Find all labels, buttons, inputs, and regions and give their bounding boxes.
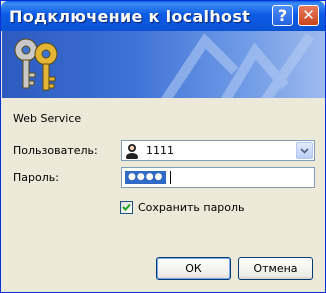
save-password-checkbox[interactable] — [120, 201, 133, 214]
login-dialog: Подключение к localhost ? ✕ Web Service … — [0, 0, 326, 293]
window-title: Подключение к localhost — [9, 7, 251, 26]
save-password-label[interactable]: Сохранить пароль — [138, 201, 245, 214]
title-bar[interactable]: Подключение к localhost ? ✕ — [1, 1, 325, 31]
service-label: Web Service — [13, 112, 82, 125]
user-icon — [126, 144, 138, 159]
close-button[interactable]: ✕ — [298, 5, 319, 26]
password-field[interactable]: ●●●● — [121, 167, 315, 188]
banner-decoration — [160, 33, 315, 98]
username-value: 1111 — [146, 144, 174, 157]
help-button[interactable]: ? — [272, 5, 293, 26]
username-label: Пользователь: — [13, 144, 98, 157]
dialog-banner — [2, 31, 325, 98]
username-combobox[interactable]: 1111 — [121, 140, 315, 161]
text-caret — [170, 171, 171, 184]
ok-button[interactable]: ОК — [156, 257, 231, 280]
check-icon — [122, 203, 131, 211]
password-label: Пароль: — [13, 171, 59, 184]
password-mask: ●●●● — [125, 171, 167, 184]
keys-icon — [14, 38, 58, 91]
chevron-down-icon — [300, 148, 309, 154]
cancel-button[interactable]: Отмена — [238, 257, 313, 280]
dropdown-button[interactable] — [296, 142, 313, 159]
